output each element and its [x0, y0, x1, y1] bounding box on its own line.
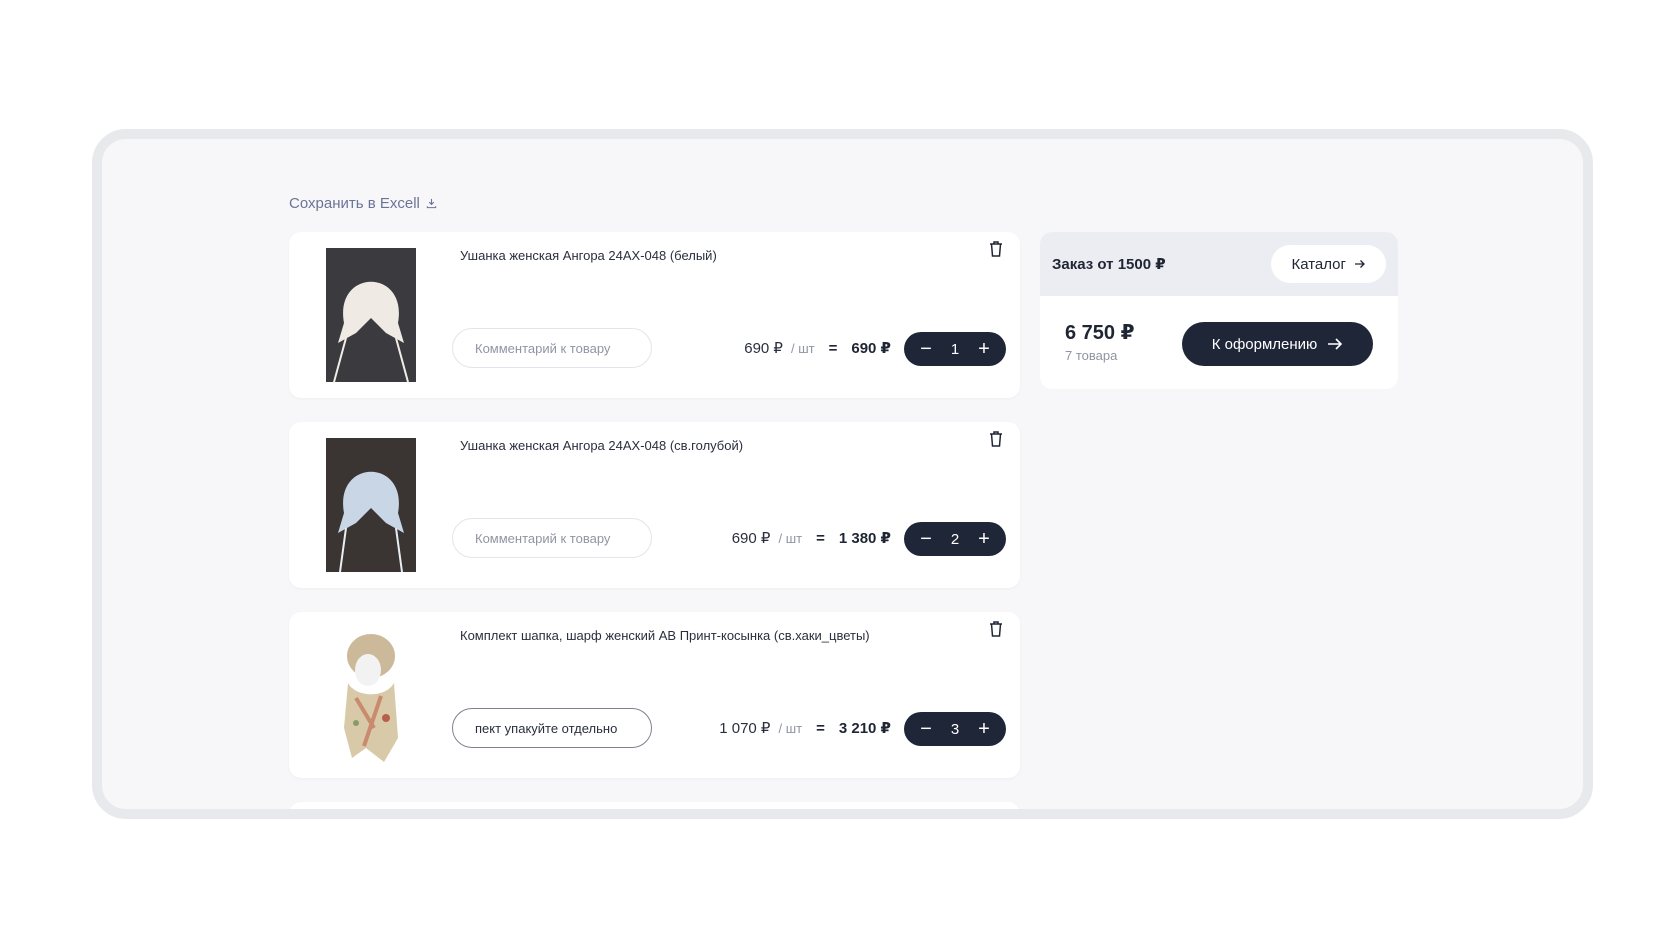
price-line: 690 ₽ / шт = 1 380 ₽ — [732, 518, 891, 558]
save-excel-link[interactable]: Сохранить в Excell — [289, 195, 437, 212]
decrease-button[interactable]: − — [916, 339, 936, 359]
delete-item-button[interactable] — [988, 240, 1008, 262]
cart-item-partial — [289, 802, 1020, 809]
cart-item: Ушанка женская Ангора 24АХ-048 (св.голуб… — [289, 422, 1020, 588]
increase-button[interactable]: + — [974, 529, 994, 549]
arrow-right-icon — [1328, 338, 1343, 350]
per-unit: / шт — [790, 340, 815, 356]
summary-header: Заказ от 1500 ₽ Каталог — [1040, 232, 1398, 296]
product-image[interactable] — [326, 248, 416, 382]
increase-button[interactable]: + — [974, 719, 994, 739]
trash-icon — [990, 241, 1002, 257]
summary-body: 6 750 ₽ 7 товара К оформлению — [1040, 296, 1398, 389]
item-comment-input[interactable] — [452, 518, 652, 558]
unit-price: 690 ₽ — [744, 340, 783, 357]
cart-item: Комплект шапка, шарф женский АВ Принт-ко… — [289, 612, 1020, 778]
item-comment-input[interactable] — [452, 708, 652, 748]
product-image[interactable] — [326, 438, 416, 572]
product-image[interactable] — [326, 628, 416, 762]
checkout-button[interactable]: К оформлению — [1182, 322, 1373, 366]
app-frame: Сохранить в Excell Ушанка женская Ангора… — [92, 129, 1593, 819]
save-excel-label: Сохранить в Excell — [289, 195, 420, 212]
quantity-value: 2 — [950, 530, 960, 548]
arrow-right-icon — [1355, 260, 1365, 268]
checkout-label: К оформлению — [1211, 335, 1318, 353]
quantity-stepper: − 3 + — [904, 712, 1006, 746]
product-title[interactable]: Ушанка женская Ангора 24АХ-048 (белый) — [460, 248, 717, 263]
product-title[interactable]: Ушанка женская Ангора 24АХ-048 (св.голуб… — [460, 438, 743, 453]
catalog-button[interactable]: Каталог — [1271, 245, 1386, 283]
order-total: 6 750 ₽ — [1065, 322, 1135, 344]
equals-sign: = — [816, 529, 825, 547]
quantity-value: 1 — [950, 340, 960, 358]
line-total: 3 210 ₽ — [838, 720, 891, 737]
line-total: 690 ₽ — [851, 340, 891, 357]
catalog-label: Каталог — [1291, 255, 1346, 273]
price-line: 1 070 ₽ / шт = 3 210 ₽ — [719, 708, 891, 748]
decrease-button[interactable]: − — [916, 529, 936, 549]
unit-price: 1 070 ₽ — [719, 720, 771, 737]
decrease-button[interactable]: − — [916, 719, 936, 739]
item-comment-input[interactable] — [452, 328, 652, 368]
per-unit: / шт — [778, 720, 803, 736]
product-title[interactable]: Комплект шапка, шарф женский АВ Принт-ко… — [460, 628, 870, 643]
per-unit: / шт — [778, 530, 803, 546]
unit-price: 690 ₽ — [731, 530, 771, 547]
line-total: 1 380 ₽ — [838, 530, 891, 547]
price-line: 690 ₽ / шт = 690 ₽ — [744, 328, 891, 368]
equals-sign: = — [828, 339, 838, 357]
order-summary: Заказ от 1500 ₽ Каталог 6 750 ₽ 7 товара… — [1040, 232, 1398, 389]
quantity-value: 3 — [950, 720, 960, 738]
cart-item: Ушанка женская Ангора 24АХ-048 (белый) 6… — [289, 232, 1020, 398]
quantity-stepper: − 2 + — [904, 522, 1006, 556]
download-icon — [426, 198, 437, 209]
equals-sign: = — [816, 719, 825, 737]
min-order-label: Заказ от 1500 ₽ — [1052, 256, 1166, 273]
delete-item-button[interactable] — [988, 430, 1008, 452]
delete-item-button[interactable] — [988, 620, 1008, 642]
quantity-stepper: − 1 + — [904, 332, 1006, 366]
trash-icon — [990, 431, 1002, 447]
trash-icon — [990, 621, 1002, 637]
increase-button[interactable]: + — [974, 339, 994, 359]
item-count: 7 товара — [1065, 348, 1118, 363]
cart-list: Ушанка женская Ангора 24АХ-048 (белый) 6… — [289, 232, 1020, 809]
